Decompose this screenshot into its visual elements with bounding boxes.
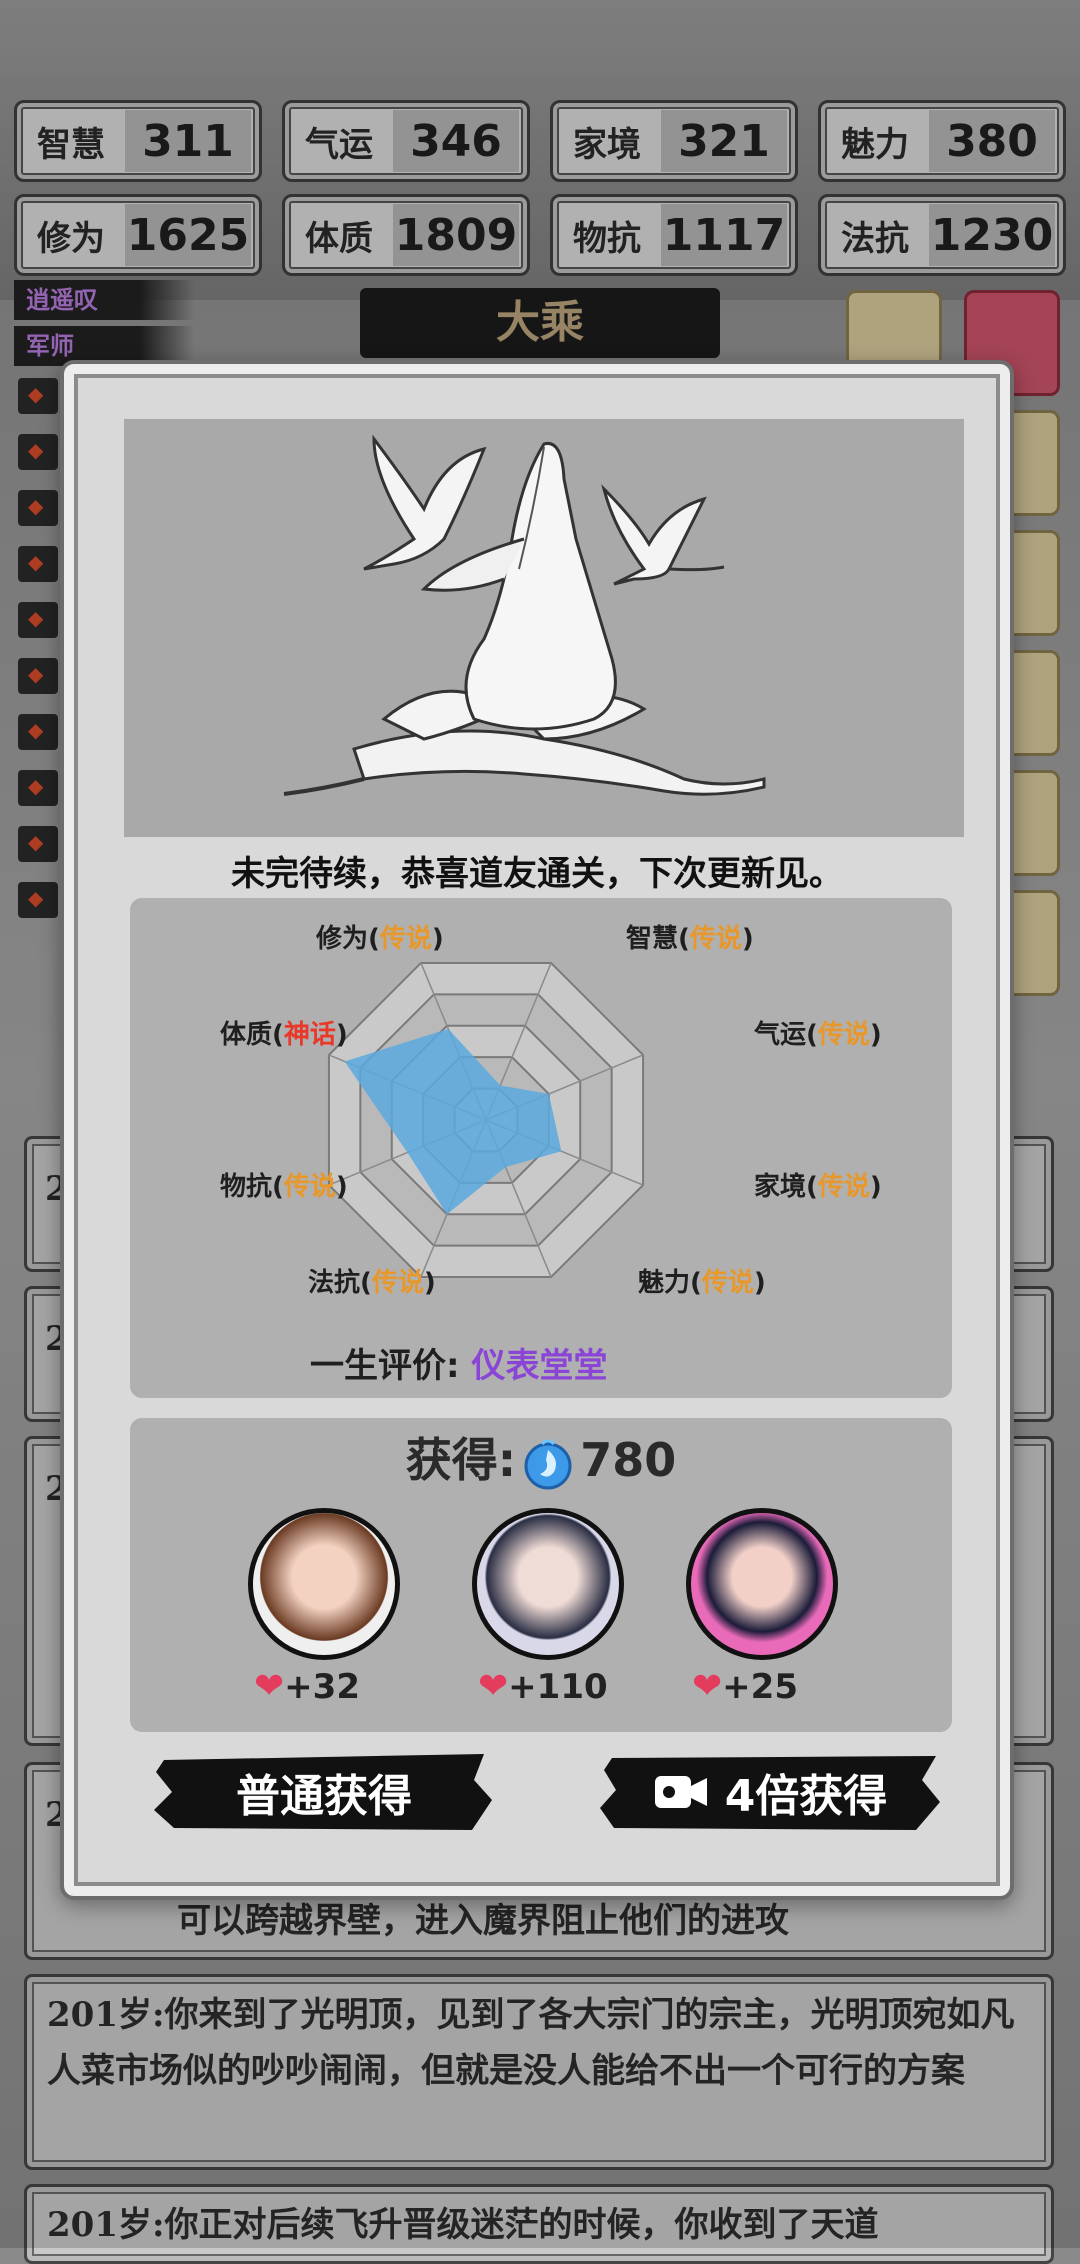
ending-illustration <box>124 419 964 837</box>
radar-label-constitution: 体质(神话) <box>220 1020 348 1050</box>
companion-affection: ❤+110 <box>478 1666 608 1707</box>
spirit-orb-icon <box>524 1439 572 1489</box>
ending-message: 未完待续，恭喜道友通关，下次更新见。 <box>231 854 843 894</box>
reward-amount: 780 <box>580 1433 677 1487</box>
companion-affection: ❤+25 <box>692 1666 798 1707</box>
heart-icon: ❤ <box>692 1666 723 1707</box>
radar-label-family: 家境(传说) <box>754 1172 882 1202</box>
claim-4x-label: 4倍获得 <box>724 1771 888 1822</box>
evaluation-value: 仪表堂堂 <box>471 1346 608 1386</box>
companion-avatar[interactable] <box>686 1508 838 1660</box>
claim-4x-video-button[interactable]: 4倍获得 <box>600 1750 940 1834</box>
radar-label-physical-resist: 物抗(传说) <box>220 1172 348 1202</box>
reward-header: 获得: 780 <box>130 1424 952 1492</box>
life-evaluation: 一生评价: 仪表堂堂 <box>310 1338 607 1387</box>
heart-icon: ❤ <box>478 1666 509 1707</box>
immortal-on-crane-image <box>124 419 964 837</box>
evaluation-label: 一生评价: <box>310 1346 460 1386</box>
heart-icon: ❤ <box>254 1666 285 1707</box>
radar-label-magic-resist: 法抗(传说) <box>308 1268 436 1298</box>
companion-affection: ❤+32 <box>254 1666 360 1707</box>
ending-dialog: 未完待续，恭喜道友通关，下次更新见。 修为(传说) 智慧(传说) 气运(传说) … <box>60 360 1014 1900</box>
attribute-radar-panel: 修为(传说) 智慧(传说) 气运(传说) 家境(传说) 魅力(传说) 法抗(传说… <box>130 898 952 1398</box>
claim-normal-button[interactable]: 普通获得 <box>154 1750 494 1834</box>
video-camera-icon <box>654 1776 707 1808</box>
radar-label-charm: 魅力(传说) <box>638 1268 766 1298</box>
radar-chart <box>327 961 645 1279</box>
claim-normal-label: 普通获得 <box>236 1771 412 1822</box>
companion-avatar[interactable] <box>472 1508 624 1660</box>
reward-panel: 获得: 780 ❤+32 ❤+110 ❤+25 <box>130 1418 952 1732</box>
radar-label-cultivation: 修为(传说) <box>316 924 444 954</box>
radar-label-wisdom: 智慧(传说) <box>626 924 754 954</box>
companion-avatar[interactable] <box>248 1508 400 1660</box>
reward-label: 获得: <box>405 1433 517 1487</box>
radar-label-luck: 气运(传说) <box>754 1020 882 1050</box>
